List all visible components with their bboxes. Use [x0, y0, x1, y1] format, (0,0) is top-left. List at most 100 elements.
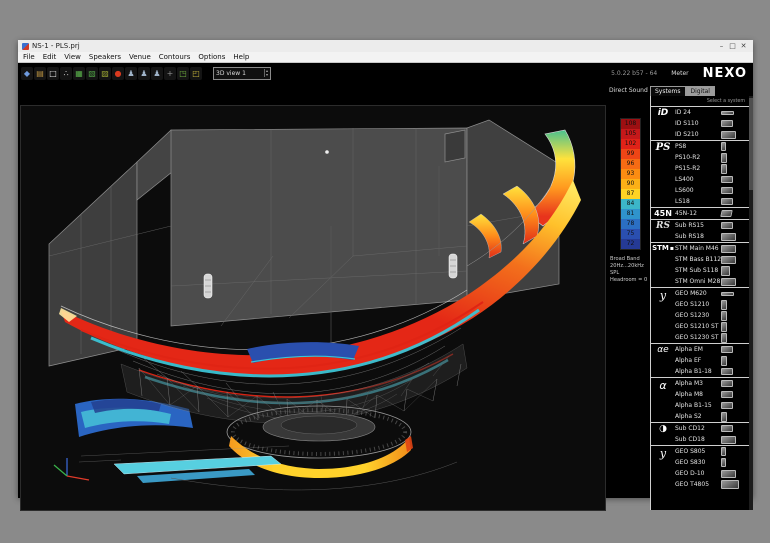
speaker-thumbnail [721, 292, 734, 296]
group-ps: PSPS8PS10-R2PS15-R2LS400LS600LS18 [651, 140, 749, 207]
meter-label[interactable]: Meter [671, 70, 688, 77]
menu-edit[interactable]: Edit [43, 53, 57, 61]
mapping-icon-1[interactable]: ◳ [177, 67, 189, 80]
system-label: PS8 [675, 143, 721, 150]
system-item[interactable]: Alpha S2 [675, 411, 749, 422]
speaker-thumbnail [721, 142, 726, 151]
menu-options[interactable]: Options [198, 53, 225, 61]
venue-3d-view[interactable] [21, 106, 605, 510]
system-item[interactable]: PS15-R2 [675, 163, 749, 174]
speaker-thumbnail [721, 447, 726, 456]
listener-icon-2[interactable]: ♟ [138, 67, 150, 80]
system-item[interactable]: ID S210 [675, 129, 749, 140]
menu-speakers[interactable]: Speakers [89, 53, 121, 61]
system-item[interactable]: Alpha EM [675, 344, 749, 355]
listener-icon-3[interactable]: ♟ [151, 67, 163, 80]
system-item[interactable]: GEO T4805 [675, 479, 749, 490]
system-label: PS15-R2 [675, 165, 721, 172]
speaker-thumbnail [721, 164, 727, 174]
project-icon[interactable]: ◆ [21, 67, 33, 80]
group-alpha-e: αeAlpha EMAlpha EFAlpha B1-18 [651, 343, 749, 377]
menu-file[interactable]: File [23, 53, 35, 61]
system-item[interactable]: Sub CD18 [675, 434, 749, 445]
group-45n: 45N45N-12 [651, 207, 749, 219]
system-label: LS18 [675, 198, 721, 205]
venue-icon[interactable]: ▧ [86, 67, 98, 80]
system-item[interactable]: STM Main M46 [675, 243, 749, 254]
series-logo-45n: 45N [651, 208, 675, 219]
speaker-thumbnail [721, 391, 733, 398]
save-icon[interactable]: ▤ [34, 67, 46, 80]
tab-systems[interactable]: Systems [650, 86, 686, 96]
speaker-hang-right[interactable] [449, 254, 457, 278]
mapping-icon-2[interactable]: ◰ [190, 67, 202, 80]
system-item[interactable]: Alpha EF [675, 355, 749, 366]
view-selector[interactable]: 3D view 1 ▴▾ [213, 67, 271, 80]
system-item[interactable]: Alpha M8 [675, 389, 749, 400]
system-item[interactable]: STM Sub S118 [675, 265, 749, 276]
system-label: Alpha B1-18 [675, 368, 721, 375]
panel-hint: Select a system [671, 97, 753, 105]
system-item[interactable]: LS18 [675, 196, 749, 207]
legend-cell-105: 105 [621, 129, 640, 139]
system-item[interactable]: GEO S805 [675, 446, 749, 457]
system-item[interactable]: LS600 [675, 185, 749, 196]
speaker-thumbnail [721, 198, 733, 205]
system-item[interactable]: ID S110 [675, 118, 749, 129]
menu-view[interactable]: View [64, 53, 81, 61]
menu-help[interactable]: Help [233, 53, 249, 61]
scrollbar-thumb[interactable] [749, 98, 753, 190]
legend-footer-line-1: 20Hz...20kHz [610, 263, 647, 269]
venue-canvas[interactable] [20, 105, 606, 511]
minimize-button[interactable]: – [716, 40, 727, 52]
system-item[interactable]: 45N-12 [675, 208, 749, 219]
system-item[interactable]: Alpha B1-18 [675, 366, 749, 377]
system-label: Sub CD12 [675, 425, 721, 432]
listener-icon-1[interactable]: ♟ [125, 67, 137, 80]
snapshot-icon[interactable]: □ [47, 67, 59, 80]
surface-icon[interactable]: ▨ [99, 67, 111, 80]
menu-venue[interactable]: Venue [129, 53, 151, 61]
pointer-icon[interactable]: + [164, 67, 176, 80]
speaker-hang-left[interactable] [204, 274, 212, 298]
system-item[interactable]: Alpha M3 [675, 378, 749, 389]
system-item[interactable]: Sub CD12 [675, 423, 749, 434]
tab-digital[interactable]: Digital [686, 86, 715, 96]
series-logo-rs: RS [651, 220, 675, 242]
close-button[interactable]: ✕ [738, 40, 749, 52]
speaker-thumbnail [721, 111, 734, 115]
system-item[interactable]: GEO D-10 [675, 468, 749, 479]
system-item[interactable]: GEO S1230 ST [675, 332, 749, 343]
series-logo-stm: STM [651, 243, 675, 287]
speaker-thumbnail [721, 300, 727, 310]
spinner-icon[interactable]: ▴▾ [264, 69, 268, 77]
system-item[interactable]: Sub RS15 [675, 220, 749, 231]
grid-icon[interactable]: ▦ [73, 67, 85, 80]
legend-cell-75: 75 [621, 229, 640, 239]
panel-scrollbar[interactable] [749, 96, 753, 510]
system-item[interactable]: PS10-R2 [675, 152, 749, 163]
source-point[interactable] [325, 150, 329, 154]
system-label: GEO S1210 [675, 301, 721, 308]
system-item[interactable]: GEO M620 [675, 288, 749, 299]
system-item[interactable]: GEO S1210 [675, 299, 749, 310]
system-item[interactable]: GEO S1230 [675, 310, 749, 321]
share-icon[interactable]: ∴ [60, 67, 72, 80]
system-item[interactable]: PS8 [675, 141, 749, 152]
menu-contours[interactable]: Contours [159, 53, 191, 61]
system-item[interactable]: ID 24 [675, 107, 749, 118]
system-item[interactable]: GEO S830 [675, 457, 749, 468]
speaker-thumbnail [721, 311, 727, 321]
system-item[interactable]: Alpha B1-15 [675, 400, 749, 411]
system-item[interactable]: GEO S1210 ST [675, 321, 749, 332]
system-item[interactable]: LS400 [675, 174, 749, 185]
system-item[interactable]: STM Bass B112 [675, 254, 749, 265]
maximize-button[interactable]: □ [727, 40, 738, 52]
system-item[interactable]: Sub RS18 [675, 231, 749, 242]
nexo-disc-icon[interactable]: ● [112, 67, 124, 80]
speaker-thumbnail [721, 153, 727, 163]
system-label: GEO D-10 [675, 470, 721, 477]
speaker-thumbnail [721, 436, 736, 444]
system-item[interactable]: STM Omni M28 [675, 276, 749, 287]
legend-footer-line-2: SPL [610, 270, 647, 276]
